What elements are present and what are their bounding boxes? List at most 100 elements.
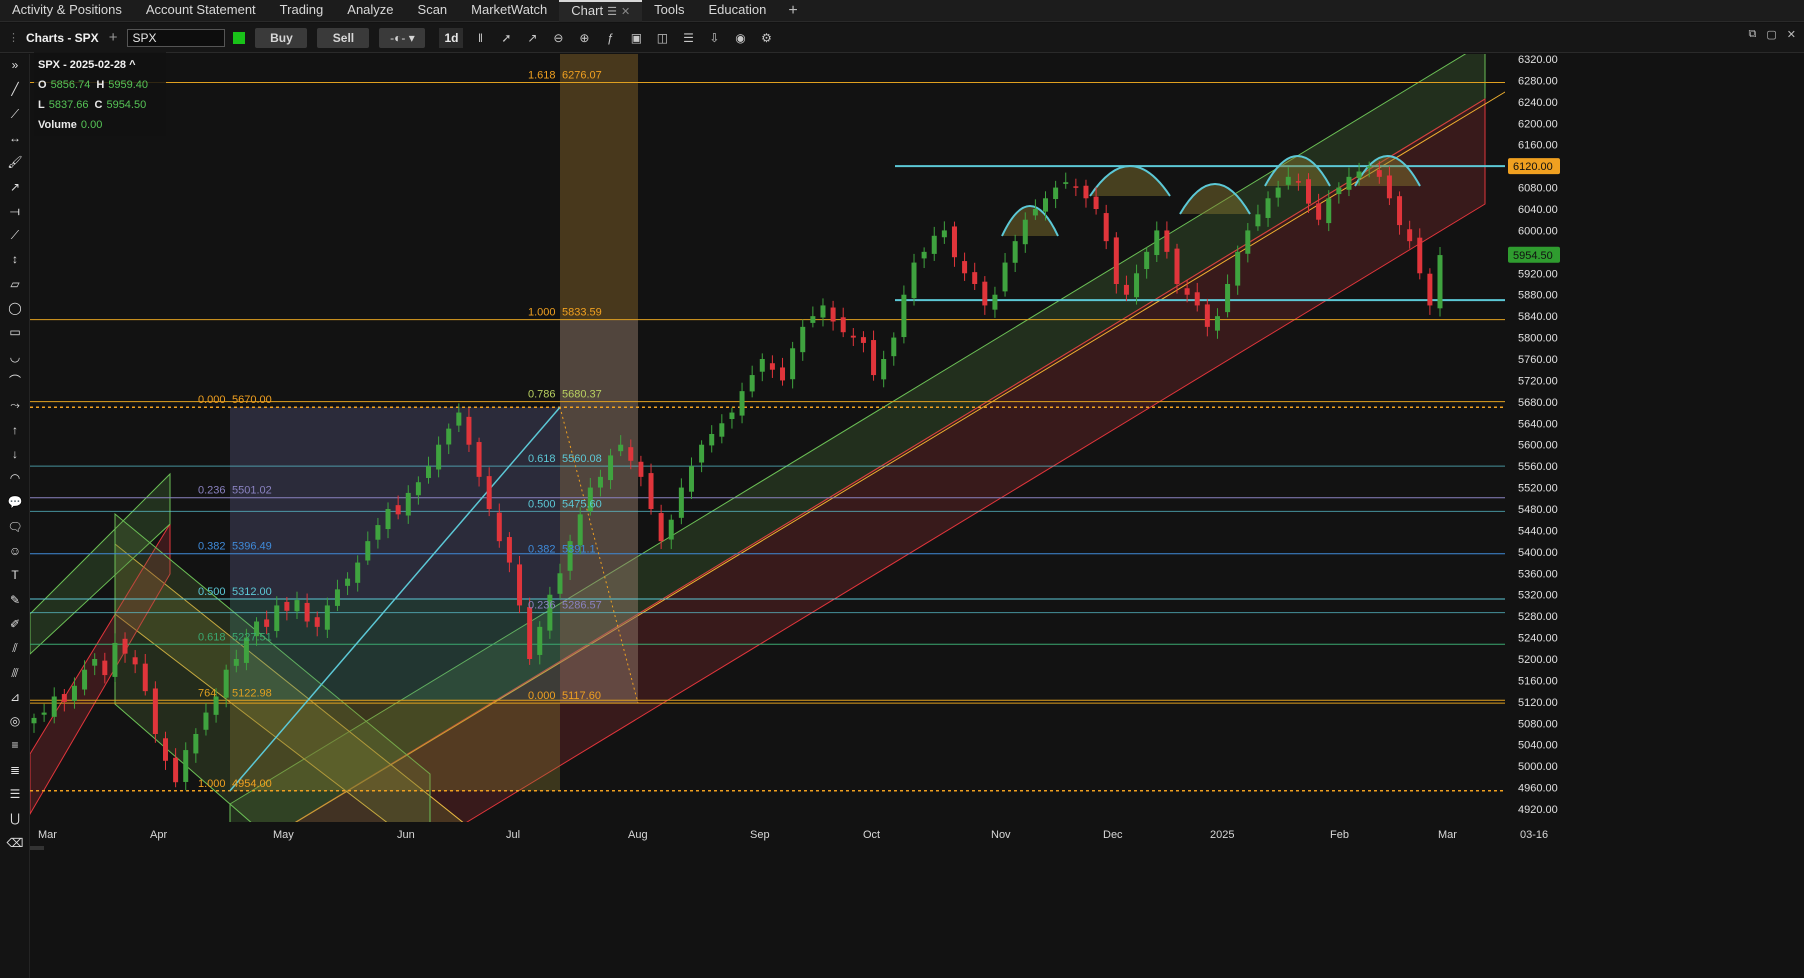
- price-axis-tick: 5280.00: [1518, 611, 1558, 623]
- popout-icon[interactable]: ⧉: [1749, 28, 1757, 41]
- sell-button[interactable]: Sell: [317, 27, 370, 48]
- candle-body: [1316, 203, 1322, 220]
- arrow-down-icon[interactable]: ↓: [6, 445, 24, 463]
- image-icon[interactable]: ▣: [627, 29, 645, 47]
- fib-right-ratio-label: 1.618: [528, 70, 556, 82]
- arc-icon[interactable]: ◡: [6, 348, 24, 366]
- caret-up-icon[interactable]: ^: [129, 59, 135, 71]
- gear-icon[interactable]: ⚙: [757, 29, 775, 47]
- candle-body: [456, 412, 462, 426]
- trend-line-icon[interactable]: ╱: [6, 80, 24, 98]
- text-icon[interactable]: T: [6, 566, 24, 584]
- candle-body: [921, 251, 927, 259]
- semicircle-icon[interactable]: ◠: [6, 469, 24, 487]
- pencil-icon[interactable]: ✐: [6, 615, 24, 633]
- price-axis-tick: 5160.00: [1518, 675, 1558, 687]
- horizontal-ray-icon[interactable]: ⟞: [6, 202, 24, 220]
- candle-body: [41, 712, 47, 715]
- tab-chart[interactable]: Chart ☰ ✕: [559, 0, 643, 22]
- candle-body: [1376, 170, 1382, 177]
- draw-line-icon[interactable]: ➚: [497, 29, 515, 47]
- tab-marketwatch[interactable]: MarketWatch: [459, 0, 559, 22]
- candle-body: [537, 626, 543, 655]
- schiff-pitchfork-icon[interactable]: ⫻: [6, 664, 24, 682]
- magnet-icon[interactable]: ⋃: [6, 809, 24, 827]
- arrow-up-right-icon[interactable]: ↗: [6, 178, 24, 196]
- fib-channel-icon[interactable]: ☰: [6, 785, 24, 803]
- candlestick-style-icon[interactable]: ‖: [471, 29, 489, 47]
- ray-icon[interactable]: ⟋: [6, 105, 24, 123]
- buy-button[interactable]: Buy: [255, 27, 308, 48]
- extended-line-icon[interactable]: ⟋: [6, 226, 24, 244]
- chart-area[interactable]: 0.000 5670.00 0.236 5501.02 0.382 5396.49 0.50…: [29, 41, 1804, 978]
- ohlc-legend: SPX - 2025-02-28 ^ O 5856.74 H 5959.40 L 583…: [34, 52, 166, 136]
- candle-body: [1204, 304, 1210, 327]
- candle-body: [1184, 288, 1190, 295]
- paint-roller-icon[interactable]: 🖌: [6, 153, 24, 171]
- top-arc[interactable]: [1179, 183, 1251, 215]
- close-icon[interactable]: ✕: [1787, 28, 1796, 41]
- period-button[interactable]: 1d: [439, 27, 464, 48]
- tab-scan[interactable]: Scan: [406, 0, 460, 22]
- parallelogram-icon[interactable]: ▱: [6, 275, 24, 293]
- fib-arc-icon[interactable]: ◎: [6, 712, 24, 730]
- fib-extension-icon[interactable]: ≣: [6, 761, 24, 779]
- link-color-indicator[interactable]: [233, 31, 246, 44]
- ellipse-icon[interactable]: ◯: [6, 299, 24, 317]
- fib-left-ratio-label: 1.000: [198, 778, 226, 790]
- comment-icon[interactable]: 🗨: [6, 518, 24, 536]
- eraser-icon[interactable]: ⌫: [6, 834, 24, 852]
- price-chart[interactable]: 0.000 5670.00 0.236 5501.02 0.382 5396.49 0.50…: [29, 41, 1804, 978]
- callout-icon[interactable]: 💬: [6, 493, 24, 511]
- add-chart-plus-icon[interactable]: +: [109, 29, 118, 46]
- candle-body: [506, 537, 512, 563]
- tab-education[interactable]: Education: [697, 0, 779, 22]
- chart-toolbar: ⋮ Charts - SPX + Buy Sell -◐- ▾ 1d ‖ ➚ ↗…: [0, 23, 1804, 53]
- zoom-out-icon[interactable]: ⊖: [549, 29, 567, 47]
- pitchfork-icon[interactable]: ⫽: [6, 639, 24, 657]
- rectangle-icon[interactable]: ▭: [6, 323, 24, 341]
- tab-tools[interactable]: Tools: [642, 0, 696, 22]
- price-axis-tick: 5000.00: [1518, 761, 1558, 773]
- emoji-icon[interactable]: ☺: [6, 542, 24, 560]
- symbol-input[interactable]: [127, 28, 226, 47]
- curve-tool-icon[interactable]: ⌒: [6, 372, 24, 390]
- top-arc[interactable]: [1001, 205, 1059, 237]
- candle-body: [1002, 262, 1008, 292]
- fib-fan-icon[interactable]: ⊿: [6, 688, 24, 706]
- close-icon[interactable]: ✕: [621, 6, 630, 18]
- tab-activity-positions[interactable]: Activity & Positions: [0, 0, 134, 22]
- top-arc[interactable]: [1089, 165, 1171, 197]
- horizontal-scrollbar[interactable]: [30, 846, 44, 850]
- camera-icon[interactable]: ◉: [731, 29, 749, 47]
- fib-retracement-icon[interactable]: ≡: [6, 736, 24, 754]
- drag-grip-icon[interactable]: ⋮: [8, 31, 19, 44]
- chart-style-dropdown[interactable]: -◐- ▾: [379, 27, 426, 48]
- compare-icon[interactable]: ↗: [523, 29, 541, 47]
- candle-body: [972, 272, 978, 284]
- time-axis-label: May: [273, 829, 294, 841]
- hamburger-menu-icon[interactable]: ☰: [607, 6, 617, 18]
- horizontal-line-icon[interactable]: ↔: [6, 129, 24, 147]
- top-nav: Activity & Positions Account Statement T…: [0, 0, 1804, 22]
- arrow-up-icon[interactable]: ↑: [6, 421, 24, 439]
- highlighter-icon[interactable]: ✎: [6, 591, 24, 609]
- price-axis-tick: 6080.00: [1518, 183, 1558, 195]
- tab-analyze[interactable]: Analyze: [335, 0, 405, 22]
- tab-account-statement[interactable]: Account Statement: [134, 0, 268, 22]
- candle-body: [729, 412, 735, 420]
- tab-trading[interactable]: Trading: [268, 0, 336, 22]
- restore-icon[interactable]: ▢: [1766, 28, 1776, 41]
- layout-icon[interactable]: ◫: [653, 29, 671, 47]
- vertical-line-icon[interactable]: ↕: [6, 250, 24, 268]
- studies-fx-icon[interactable]: ƒ: [601, 29, 619, 47]
- layers-icon[interactable]: ☰: [679, 29, 697, 47]
- add-tab-plus-icon[interactable]: +: [778, 2, 807, 20]
- candle-body: [1154, 230, 1160, 256]
- double-chevron-right-icon[interactable]: »: [6, 56, 24, 74]
- zoom-in-icon[interactable]: ⊕: [575, 29, 593, 47]
- candle-body: [780, 367, 786, 381]
- download-icon[interactable]: ⇩: [705, 29, 723, 47]
- path-icon[interactable]: ⤳: [6, 396, 24, 414]
- fib-right-ratio-label: 0.786: [528, 389, 556, 401]
